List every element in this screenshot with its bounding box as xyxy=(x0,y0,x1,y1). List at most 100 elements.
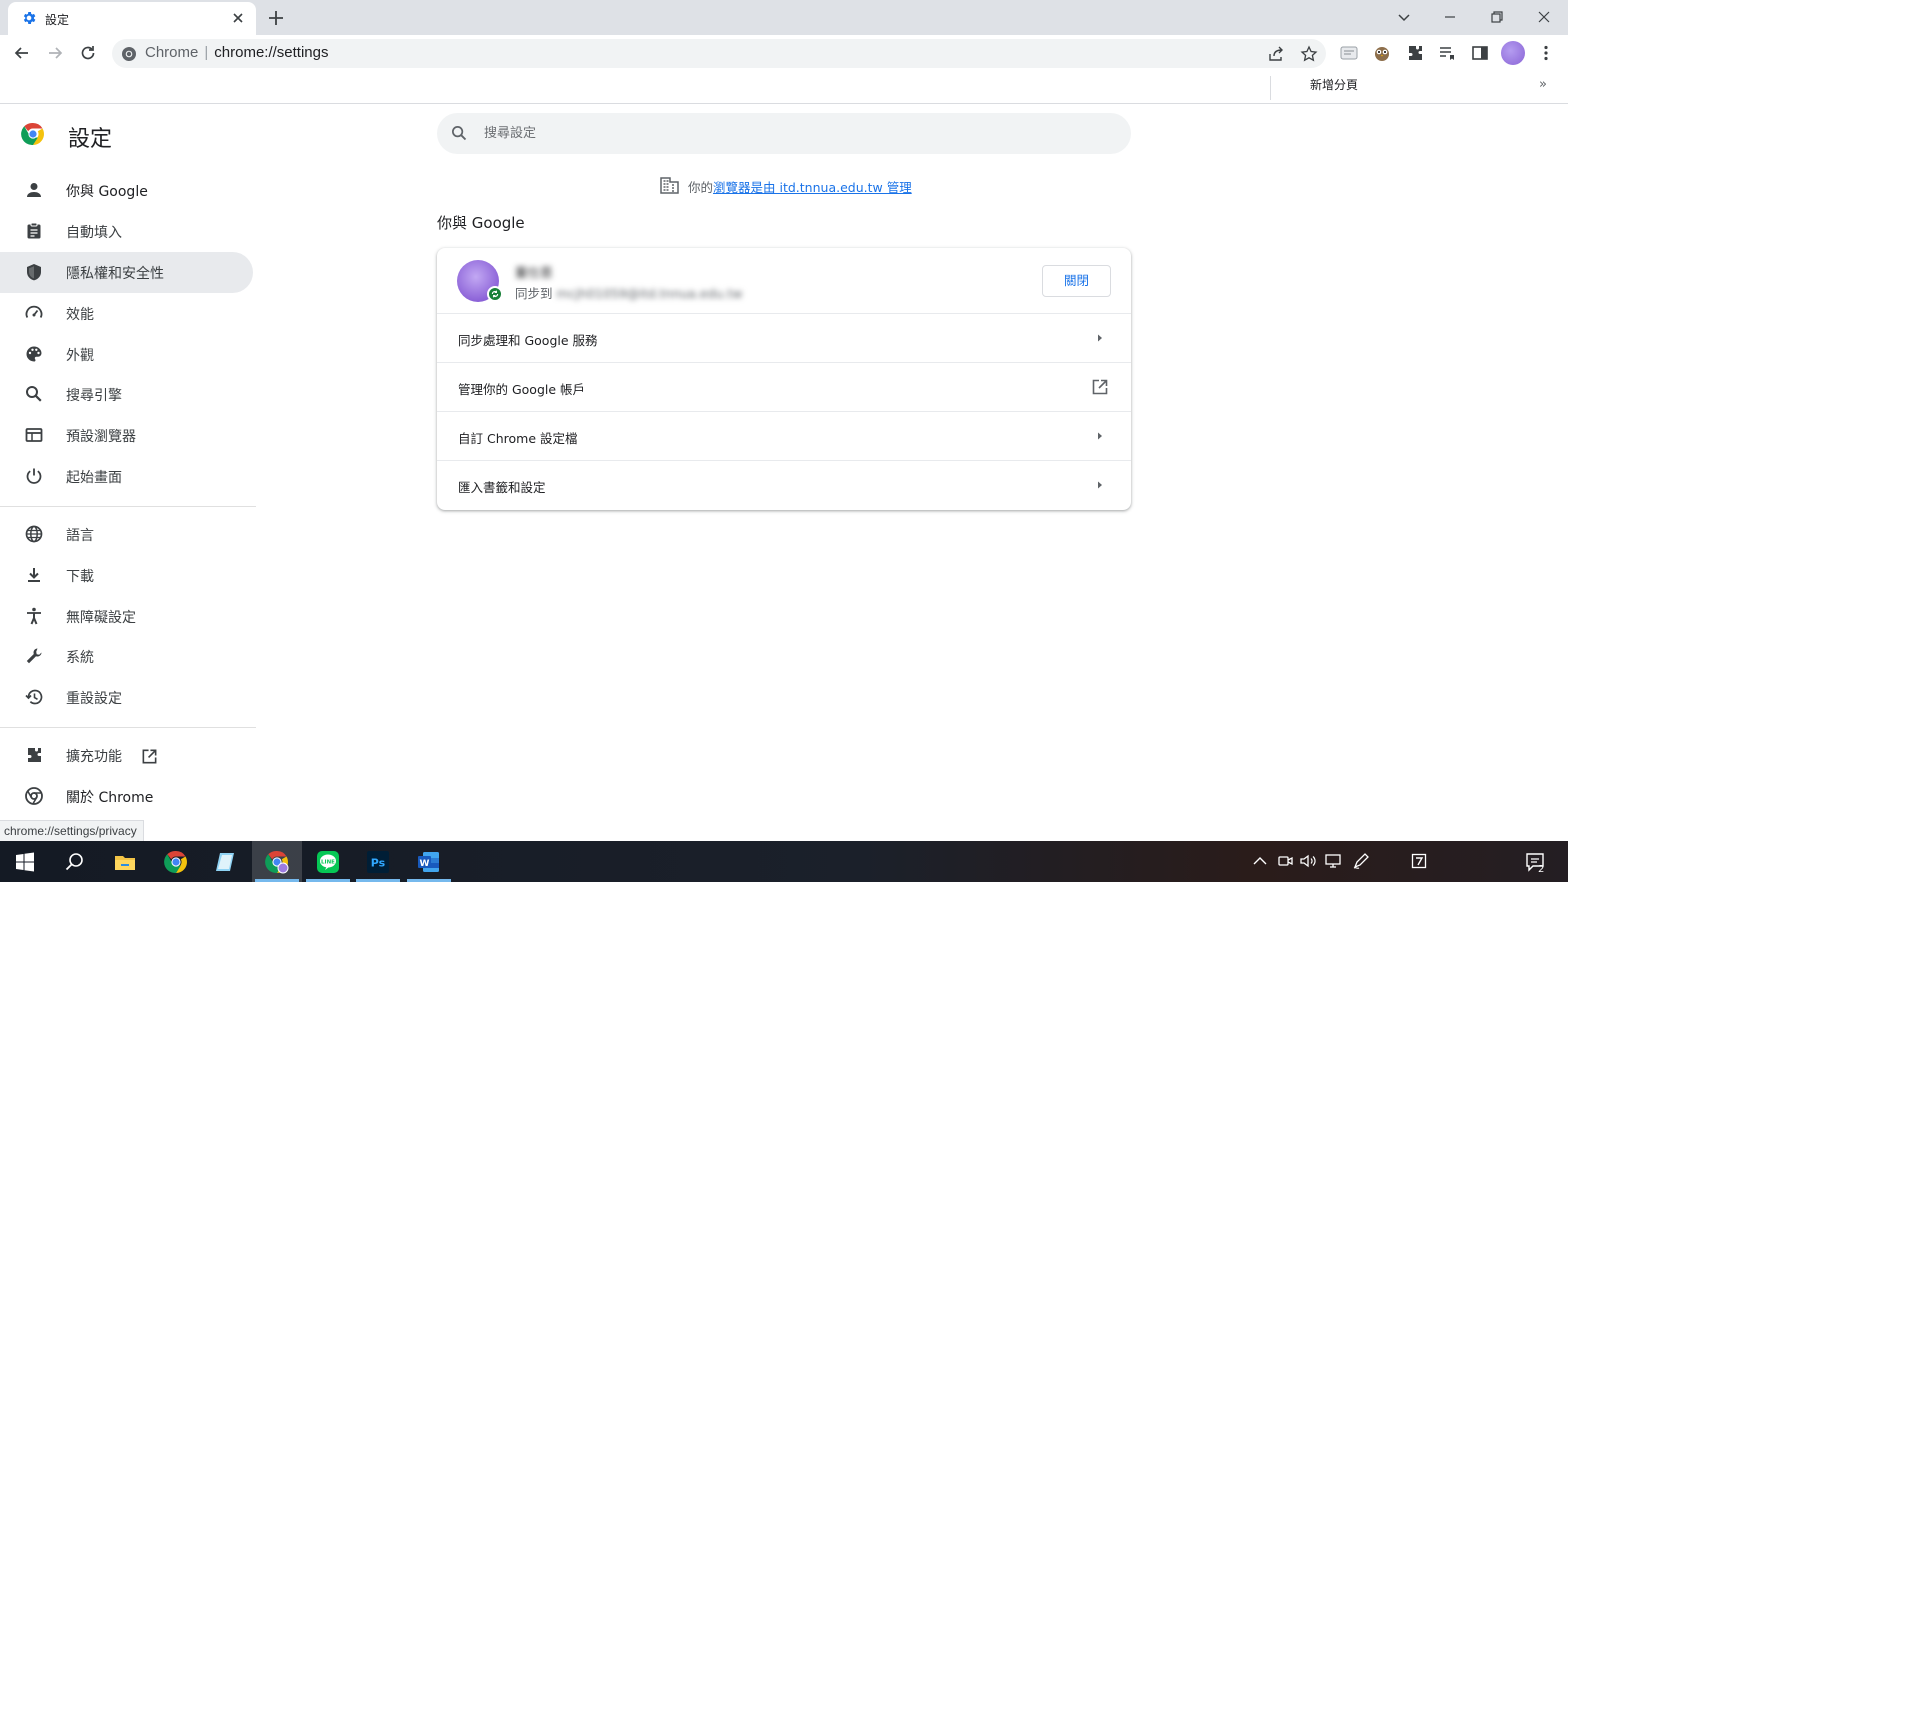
row-sync-and-services[interactable]: 同步處理和 Google 服務 xyxy=(437,313,1131,362)
nav-item-you-and-google[interactable]: 你與 Google xyxy=(0,170,253,211)
nav-item-extensions[interactable]: 擴充功能 xyxy=(0,735,253,776)
nav-item-appearance[interactable]: 外觀 xyxy=(0,334,253,375)
nav-label: 系統 xyxy=(66,650,94,666)
row-customize-profile[interactable]: 自訂 Chrome 設定檔 xyxy=(437,411,1131,460)
ime-mode-icon[interactable] xyxy=(1410,852,1428,870)
pen-icon[interactable] xyxy=(1352,852,1370,870)
back-icon[interactable] xyxy=(12,43,32,63)
account-email: mcjh01059@itd.tnnua.edu.tw xyxy=(556,286,743,301)
ime-indicator[interactable]: 英 xyxy=(1380,1692,1395,1713)
nav-item-default-browser[interactable]: 預設瀏覽器 xyxy=(0,415,253,456)
nav-item-accessibility[interactable]: 無障礙設定 xyxy=(0,596,253,637)
toolbar: Chrome | chrome://settings xyxy=(0,35,1568,72)
taskbar-photoshop[interactable]: Ps xyxy=(353,841,403,882)
bookmark-new-tab[interactable]: 新增分頁 xyxy=(1310,76,1358,93)
nav-item-search-engine[interactable]: 搜尋引擎 xyxy=(0,374,253,415)
search-icon xyxy=(451,125,467,141)
taskbar-line[interactable]: LINE xyxy=(303,841,353,882)
notification-count: 2 xyxy=(1538,864,1545,875)
svg-text:LINE: LINE xyxy=(321,859,335,865)
tray-overflow-icon[interactable] xyxy=(1251,852,1269,870)
taskbar-word[interactable]: W xyxy=(404,841,454,882)
close-tab-icon[interactable] xyxy=(230,10,246,26)
turn-off-sync-button[interactable]: 關閉 xyxy=(1042,265,1111,297)
settings-search-box[interactable] xyxy=(437,113,1131,154)
extensions-puzzle-icon[interactable] xyxy=(1405,43,1425,63)
chrome-site-icon[interactable] xyxy=(121,46,137,62)
chevron-right-icon xyxy=(1098,432,1102,440)
nav-item-about-chrome[interactable]: 關於 Chrome xyxy=(0,776,253,817)
shield-icon xyxy=(27,264,41,281)
windows-logo-icon xyxy=(16,852,34,872)
start-button[interactable] xyxy=(0,841,50,882)
open-in-new-icon xyxy=(1092,379,1108,395)
row-label: 同步處理和 Google 服務 xyxy=(458,333,598,348)
tab-strip: 設定 xyxy=(0,0,1568,35)
you-and-google-card: 董仕恩 同步到 mcjh01059@itd.tnnua.edu.tw 關閉 同步處… xyxy=(437,248,1131,510)
nav-item-languages[interactable]: 語言 xyxy=(0,514,253,555)
chevron-right-icon xyxy=(1098,481,1102,489)
reading-list-icon[interactable] xyxy=(1437,43,1457,63)
taskbar-notes-app[interactable] xyxy=(201,841,251,882)
nav-label: 效能 xyxy=(66,307,94,323)
new-tab-icon[interactable] xyxy=(266,8,286,28)
extension-translate-icon[interactable] xyxy=(1339,43,1359,63)
clipboard-icon xyxy=(27,222,41,239)
address-bar[interactable]: Chrome | chrome://settings xyxy=(112,39,1326,68)
managed-link[interactable]: 瀏覽器是由 itd.tnnua.edu.tw 管理 xyxy=(713,180,912,195)
nav-item-privacy[interactable]: 隱私權和安全性 xyxy=(0,252,253,293)
nav-item-system[interactable]: 系統 xyxy=(0,636,253,677)
row-manage-google-account[interactable]: 管理你的 Google 帳戶 xyxy=(437,362,1131,411)
taskbar-search-button[interactable] xyxy=(50,841,100,882)
nav-label: 隱私權和安全性 xyxy=(66,266,164,282)
chrome-profile-icon xyxy=(265,850,289,874)
settings-search-input[interactable] xyxy=(484,113,1084,154)
wrench-icon xyxy=(26,648,42,664)
chrome-icon xyxy=(25,787,43,805)
tab-settings[interactable]: 設定 xyxy=(8,2,256,35)
network-icon[interactable] xyxy=(1324,852,1342,870)
extension-owl-icon[interactable] xyxy=(1372,43,1392,63)
chevron-right-icon xyxy=(1098,334,1102,342)
palette-icon xyxy=(26,346,42,362)
profile-avatar[interactable] xyxy=(1501,41,1525,65)
share-icon[interactable] xyxy=(1267,45,1285,63)
nav-label: 關於 Chrome xyxy=(66,790,154,806)
nav-item-autofill[interactable]: 自動填入 xyxy=(0,211,253,252)
close-window-icon[interactable] xyxy=(1533,6,1555,28)
nav-label: 下載 xyxy=(66,569,94,585)
taskbar-file-explorer[interactable] xyxy=(100,841,150,882)
nav-label: 重設設定 xyxy=(66,691,122,707)
open-in-new-icon[interactable] xyxy=(141,748,158,765)
bookmarks-overflow-button[interactable]: » xyxy=(1539,77,1547,92)
minimize-icon[interactable] xyxy=(1439,6,1461,28)
power-icon xyxy=(26,468,42,484)
taskbar-chrome[interactable] xyxy=(151,841,201,882)
windows-taskbar: LINE Ps W 英 下午 01:48 2023/5/10 xyxy=(0,841,1568,1719)
nav-item-reset[interactable]: 重設設定 xyxy=(0,677,253,718)
clock-date: 2023/5/10 xyxy=(1449,1705,1503,1719)
side-panel-icon[interactable] xyxy=(1470,43,1490,63)
url-text: Chrome | chrome://settings xyxy=(145,44,329,61)
meet-now-icon[interactable] xyxy=(1276,852,1294,870)
restore-icon[interactable] xyxy=(1486,6,1508,28)
bookmark-star-icon[interactable] xyxy=(1300,45,1318,63)
menu-kebab-icon[interactable] xyxy=(1536,43,1556,63)
person-icon xyxy=(27,183,41,197)
globe-icon xyxy=(25,525,43,543)
nav-label: 自動填入 xyxy=(66,225,122,241)
taskbar-clock[interactable]: 下午 01:48 2023/5/10 xyxy=(1440,1685,1512,1721)
volume-icon[interactable] xyxy=(1299,852,1317,870)
nav-item-performance[interactable]: 效能 xyxy=(0,293,253,334)
forward-icon[interactable] xyxy=(45,43,65,63)
file-explorer-icon xyxy=(115,856,135,870)
tab-search-icon[interactable] xyxy=(1393,6,1415,28)
nav-item-downloads[interactable]: 下載 xyxy=(0,555,253,596)
reload-icon[interactable] xyxy=(78,43,98,63)
accessibility-icon xyxy=(27,607,41,625)
nav-label: 無障礙設定 xyxy=(66,610,136,626)
row-import-bookmarks[interactable]: 匯入書籤和設定 xyxy=(437,460,1131,509)
nav-item-on-startup[interactable]: 起始畫面 xyxy=(0,456,253,497)
taskbar-chrome-profile[interactable] xyxy=(252,841,302,882)
sync-prefix: 同步到 xyxy=(515,286,553,301)
